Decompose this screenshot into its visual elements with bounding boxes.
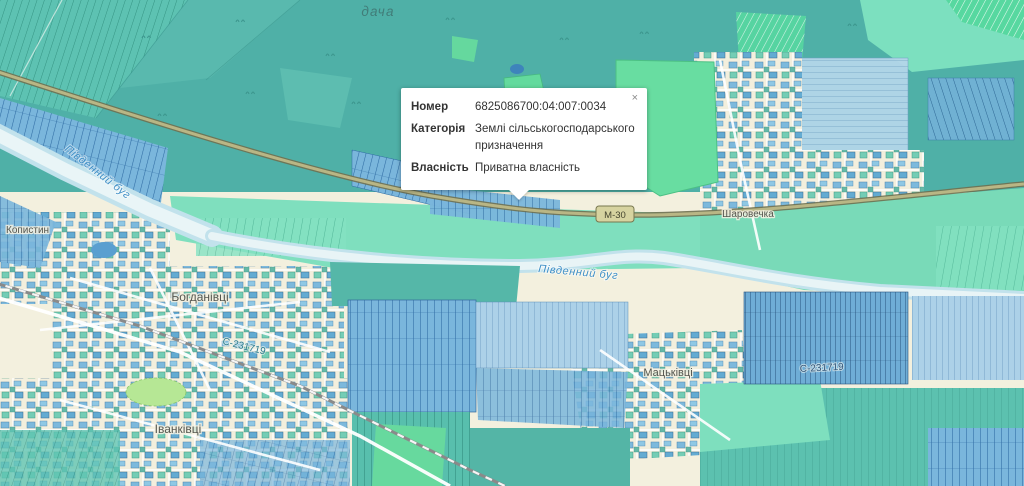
cadastral-map[interactable]: М-30 дача Південний буг Південний буг Бо…: [0, 0, 1024, 486]
attr-value-number: 6825086700:04:007:0034: [475, 99, 639, 116]
place-label-sharovechka: Шаровечка: [722, 209, 774, 220]
attr-value-ownership: Приватна власність: [475, 160, 639, 177]
attr-label-category: Категорія: [411, 121, 469, 155]
place-label-kopystyn: Копистин: [6, 225, 49, 236]
parcel-attributes: Номер 6825086700:04:007:0034 Категорія З…: [411, 99, 639, 177]
place-label-matskivtsi: Мацьківці: [643, 367, 692, 379]
road-badge-m30: М-30: [596, 206, 634, 222]
road-badge-m30-label: М-30: [604, 210, 626, 221]
road-label-c231719-right: С-231719: [800, 362, 845, 375]
attr-label-number: Номер: [411, 99, 469, 116]
place-label-ivankivtsi: Іванківці: [155, 422, 202, 436]
cadastral-map-app: М-30 дача Південний буг Південний буг Бо…: [0, 0, 1024, 486]
place-label-bohdanivtsi: Богданівці: [171, 290, 228, 304]
park: [126, 378, 186, 406]
pond: [510, 64, 524, 74]
popup-pointer: [509, 190, 529, 200]
parcel-info-popup: × Номер 6825086700:04:007:0034 Категорія…: [401, 88, 647, 190]
attr-value-category: Землі сільськогосподарського призначення: [475, 121, 639, 155]
attr-label-ownership: Власність: [411, 160, 469, 177]
popup-close-button[interactable]: ×: [630, 91, 640, 106]
forest-label-dacha: дача: [361, 4, 394, 19]
